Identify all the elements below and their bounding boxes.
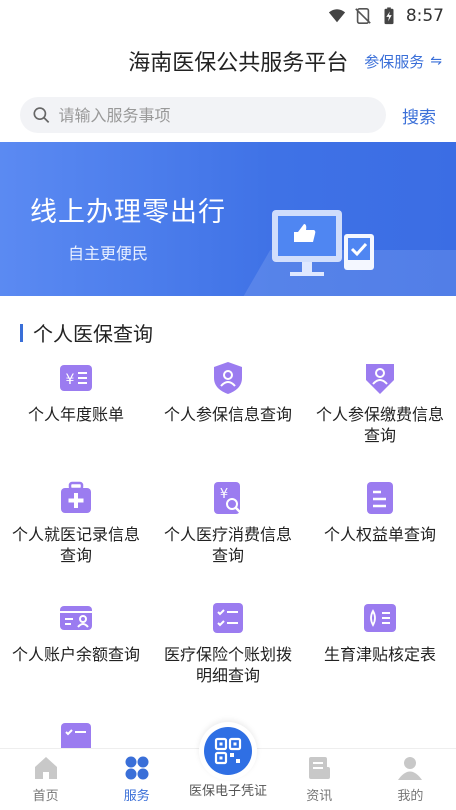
clock: 8:57 bbox=[405, 6, 444, 26]
page-title: 海南医保公共服务平台 bbox=[128, 51, 349, 76]
account-card-icon bbox=[60, 606, 92, 630]
no-sim-icon bbox=[355, 7, 371, 25]
service-item-account-balance[interactable]: 个人账户余额查询 bbox=[0, 600, 152, 720]
tab-profile[interactable]: 我的 bbox=[365, 749, 456, 810]
search-input[interactable] bbox=[58, 105, 386, 125]
section-title: 个人医保查询 bbox=[33, 322, 153, 346]
service-label: 个人账户余额查询 bbox=[11, 645, 140, 664]
svg-text:¥: ¥ bbox=[66, 372, 75, 388]
e-voucher-label: 医保电子凭证 bbox=[188, 784, 267, 799]
tab-label: 资讯 bbox=[306, 789, 333, 804]
e-voucher-button-inner bbox=[204, 727, 252, 775]
services-icon bbox=[125, 756, 149, 780]
payment-icon bbox=[366, 364, 394, 394]
tab-services[interactable]: 服务 bbox=[91, 749, 182, 810]
news-icon bbox=[309, 757, 331, 779]
service-label: 个人年度账单 bbox=[27, 405, 124, 424]
qr-code-icon bbox=[214, 737, 242, 765]
wifi-icon bbox=[328, 9, 345, 23]
service-item-maternity-allowance[interactable]: 生育津贴核定表 bbox=[304, 600, 456, 720]
tab-news[interactable]: 资讯 bbox=[274, 749, 365, 810]
maternity-icon bbox=[364, 604, 396, 632]
service-item-medical-records[interactable]: 个人就医记录信息查询 bbox=[0, 480, 152, 600]
service-item-insurance-info[interactable]: 个人参保信息查询 bbox=[152, 360, 304, 480]
service-item-consumption-info[interactable]: ¥ 个人医疗消费信息查询 bbox=[152, 480, 304, 600]
service-label: 个人参保信息查询 bbox=[163, 405, 292, 424]
service-item-payment-info[interactable]: 个人参保缴费信息查询 bbox=[304, 360, 456, 480]
medical-kit-icon bbox=[61, 481, 91, 513]
service-switch-label: 参保服务 bbox=[364, 52, 425, 71]
app-header: 海南医保公共服务平台 参保服务 ⇋ bbox=[0, 32, 456, 90]
service-item-allocation-details[interactable]: 医疗保险个账划拨明细查询 bbox=[152, 600, 304, 720]
computer-thumbs-up-icon bbox=[272, 210, 374, 276]
e-voucher-button[interactable] bbox=[199, 722, 257, 780]
status-bar: 8:57 bbox=[0, 0, 456, 32]
banner-subtitle: 自主更便民 bbox=[68, 244, 149, 263]
tab-label: 我的 bbox=[397, 789, 424, 804]
checklist-icon bbox=[213, 603, 243, 633]
profile-icon bbox=[398, 757, 423, 780]
document-icon bbox=[367, 482, 393, 514]
section-accent-bar bbox=[20, 323, 23, 342]
service-label: 个人参保缴费信息查询 bbox=[315, 405, 444, 445]
service-label: 医疗保险个账划拨明细查询 bbox=[163, 645, 292, 685]
tab-label: 服务 bbox=[123, 789, 150, 804]
promo-banner[interactable]: 线上办理零出行 自主更便民 bbox=[0, 142, 456, 296]
tab-home[interactable]: 首页 bbox=[0, 749, 91, 810]
search-icon bbox=[33, 107, 50, 123]
service-label: 个人就医记录信息查询 bbox=[11, 525, 140, 565]
bill-icon: ¥ bbox=[60, 365, 92, 391]
search-box[interactable] bbox=[20, 97, 386, 133]
search-row: 搜索 bbox=[0, 90, 456, 140]
shield-user-icon bbox=[214, 362, 242, 394]
service-label: 个人医疗消费信息查询 bbox=[163, 525, 292, 565]
service-label: 个人权益单查询 bbox=[323, 525, 436, 544]
battery-charging-icon bbox=[384, 7, 394, 25]
service-item-rights-sheet[interactable]: 个人权益单查询 bbox=[304, 480, 456, 600]
service-item-annual-bill[interactable]: ¥ 个人年度账单 bbox=[0, 360, 152, 480]
consumption-search-icon: ¥ bbox=[214, 482, 242, 514]
tab-label: 首页 bbox=[32, 789, 59, 804]
section-header: 个人医保查询 bbox=[20, 318, 153, 347]
search-button[interactable]: 搜索 bbox=[402, 103, 436, 128]
service-label: 生育津贴核定表 bbox=[323, 645, 436, 664]
banner-title: 线上办理零出行 bbox=[30, 197, 226, 228]
swap-icon: ⇋ bbox=[430, 53, 442, 69]
svg-text:¥: ¥ bbox=[220, 487, 228, 502]
home-icon bbox=[34, 757, 57, 779]
service-switch-button[interactable]: 参保服务 ⇋ bbox=[364, 51, 442, 72]
